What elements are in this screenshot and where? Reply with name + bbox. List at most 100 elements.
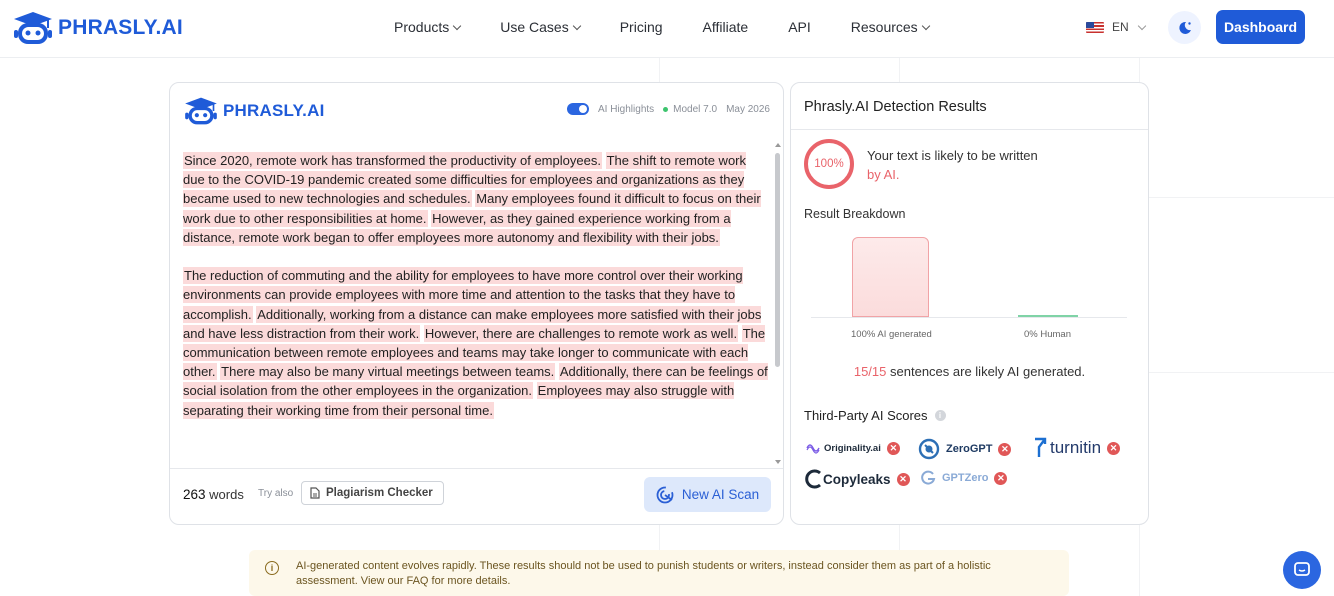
nav-label: Affiliate bbox=[702, 19, 749, 35]
main-menu: Products Use Cases Pricing Affiliate API… bbox=[394, 19, 969, 35]
disclaimer-notice: i AI-generated content evolves rapidly. … bbox=[249, 550, 1069, 596]
chevron-down-icon bbox=[921, 21, 930, 30]
third-party-gptzero: GPTZero ✕ bbox=[920, 470, 1008, 486]
verdict-highlight: by AI. bbox=[867, 167, 900, 182]
chat-bubble-icon bbox=[1294, 562, 1310, 576]
editor-header: PHRASLY.AI AI Highlights Model 7.0 May 2… bbox=[170, 83, 783, 137]
plagiarism-label: Plagiarism Checker bbox=[326, 487, 433, 499]
results-title: Phrasly.AI Detection Results bbox=[804, 99, 987, 115]
nav-label: Products bbox=[394, 19, 450, 35]
brand-logo[interactable]: PHRASLY.AI bbox=[12, 10, 183, 46]
fail-x-icon: ✕ bbox=[896, 472, 910, 486]
chevron-down-icon bbox=[572, 21, 581, 30]
fail-x-icon: ✕ bbox=[998, 442, 1012, 456]
info-icon[interactable]: i bbox=[934, 410, 946, 421]
nav-label: API bbox=[788, 19, 811, 35]
ai-highlights-toggle[interactable] bbox=[567, 103, 590, 115]
sentence-summary-end: AI generated. bbox=[1007, 364, 1086, 379]
brand-name: GPTZero bbox=[942, 472, 989, 484]
status-dot-icon bbox=[663, 106, 669, 112]
nav-pricing[interactable]: Pricing bbox=[620, 19, 663, 35]
new-ai-scan-label: New AI Scan bbox=[681, 487, 760, 502]
brand-name: ZeroGPT bbox=[946, 443, 993, 455]
robot-mascot-icon bbox=[185, 97, 217, 125]
third-party-originality: Originality.ai ✕ bbox=[805, 441, 900, 455]
plagiarism-checker-button[interactable]: Plagiarism Checker bbox=[301, 481, 444, 505]
nav-products[interactable]: Products bbox=[394, 19, 462, 35]
text-editor-card: PHRASLY.AI AI Highlights Model 7.0 May 2… bbox=[169, 82, 784, 525]
brand-name: Copyleaks bbox=[823, 471, 891, 487]
scan-spiral-icon bbox=[656, 486, 674, 503]
third-party-heading: Third-Party AI Scores i bbox=[804, 408, 946, 423]
scroll-up-arrow[interactable] bbox=[775, 143, 781, 147]
document-icon bbox=[310, 487, 320, 499]
chat-support-button[interactable] bbox=[1283, 551, 1321, 589]
editor-meta: AI Highlights Model 7.0 May 2026 bbox=[567, 103, 770, 115]
top-nav: PHRASLY.AI Products Use Cases Pricing Af… bbox=[0, 0, 1334, 58]
model-version: Model 7.0 bbox=[663, 104, 717, 115]
moon-sparkle-icon bbox=[1178, 21, 1191, 34]
bg-divider bbox=[1148, 197, 1334, 198]
human-bar-label: 0% Human bbox=[1024, 329, 1071, 340]
analyzed-text[interactable]: Since 2020, remote work has transformed … bbox=[183, 151, 768, 461]
theme-toggle-button[interactable] bbox=[1168, 11, 1201, 44]
detection-results-card: Phrasly.AI Detection Results 100% Your t… bbox=[790, 82, 1149, 525]
third-party-label: Third-Party AI Scores bbox=[804, 408, 928, 423]
originality-logo-icon bbox=[806, 444, 820, 454]
nav-affiliate[interactable]: Affiliate bbox=[703, 19, 749, 35]
chevron-down-icon bbox=[453, 21, 462, 30]
sentence-count: 15/15 bbox=[853, 364, 887, 379]
breakdown-chart: 100% AI generated 0% Human bbox=[809, 233, 1129, 343]
ai-score-ring: 100% bbox=[804, 139, 854, 189]
third-party-turnitin: turnitin ✕ bbox=[1033, 437, 1121, 459]
turnitin-logo-icon bbox=[1035, 437, 1047, 457]
brand-name: turnitin bbox=[1050, 438, 1102, 457]
divider bbox=[791, 129, 1148, 130]
brand-name: PHRASLY.AI bbox=[58, 16, 183, 39]
fail-x-icon: ✕ bbox=[886, 441, 900, 455]
editor-brand-name: PHRASLY.AI bbox=[223, 101, 325, 120]
scrollbar-thumb[interactable] bbox=[775, 153, 780, 367]
nav-label: Pricing bbox=[619, 19, 663, 35]
notice-text: AI-generated content evolves rapidly. Th… bbox=[296, 560, 991, 587]
brand-name: Originality.ai bbox=[824, 442, 881, 454]
nav-use-cases[interactable]: Use Cases bbox=[500, 19, 581, 35]
ai-sentence: There may also be many virtual meetings … bbox=[220, 363, 556, 381]
model-date: May 2026 bbox=[726, 103, 770, 115]
model-label: Model 7.0 bbox=[673, 103, 718, 115]
third-party-copyleaks: Copyleaks ✕ bbox=[805, 469, 910, 489]
fail-x-icon: ✕ bbox=[1107, 441, 1121, 455]
paragraph: Since 2020, remote work has transformed … bbox=[183, 151, 768, 247]
scroll-down-arrow[interactable] bbox=[775, 460, 781, 464]
info-circle-icon: i bbox=[265, 561, 279, 575]
copyleaks-logo-icon bbox=[805, 469, 821, 489]
ai-highlights-label: AI Highlights bbox=[598, 103, 655, 115]
ai-generated-bar bbox=[852, 237, 929, 317]
gptzero-logo-icon bbox=[921, 470, 936, 485]
try-also-label: Try also bbox=[258, 488, 294, 499]
new-ai-scan-button[interactable]: New AI Scan bbox=[644, 477, 771, 512]
word-count-value: 263 bbox=[183, 487, 206, 502]
sentence-summary-text: sentences are likely bbox=[890, 364, 1005, 379]
ai-score-value: 100% bbox=[814, 158, 844, 170]
chart-baseline bbox=[811, 317, 1127, 318]
language-code: EN bbox=[1112, 20, 1129, 34]
editor-footer: 263 words Try also Plagiarism Checker Ne… bbox=[170, 468, 783, 525]
editor-brand-logo: PHRASLY.AI bbox=[183, 96, 325, 126]
nav-resources[interactable]: Resources bbox=[850, 19, 930, 35]
nav-api[interactable]: API bbox=[788, 19, 811, 35]
paragraph: The reduction of commuting and the abili… bbox=[183, 266, 768, 420]
ai-sentence: However, there are challenges to remote … bbox=[423, 324, 739, 342]
nav-label: Resources bbox=[850, 19, 918, 35]
robot-mascot-icon bbox=[14, 12, 52, 44]
dashboard-button[interactable]: Dashboard bbox=[1216, 10, 1305, 44]
third-party-zerogpt: ZeroGPT ✕ bbox=[918, 438, 1012, 460]
bg-divider bbox=[1148, 372, 1334, 373]
sentence-summary: 15/15 sentences are likely AI generated. bbox=[791, 364, 1148, 379]
us-flag-icon bbox=[1086, 21, 1104, 33]
zerogpt-logo-icon bbox=[918, 438, 940, 460]
fail-x-icon: ✕ bbox=[994, 471, 1008, 485]
language-selector[interactable]: EN bbox=[1086, 20, 1146, 34]
ai-sentence: Since 2020, remote work has transformed … bbox=[183, 152, 602, 169]
verdict: Your text is likely to be written by AI. bbox=[867, 146, 1038, 184]
